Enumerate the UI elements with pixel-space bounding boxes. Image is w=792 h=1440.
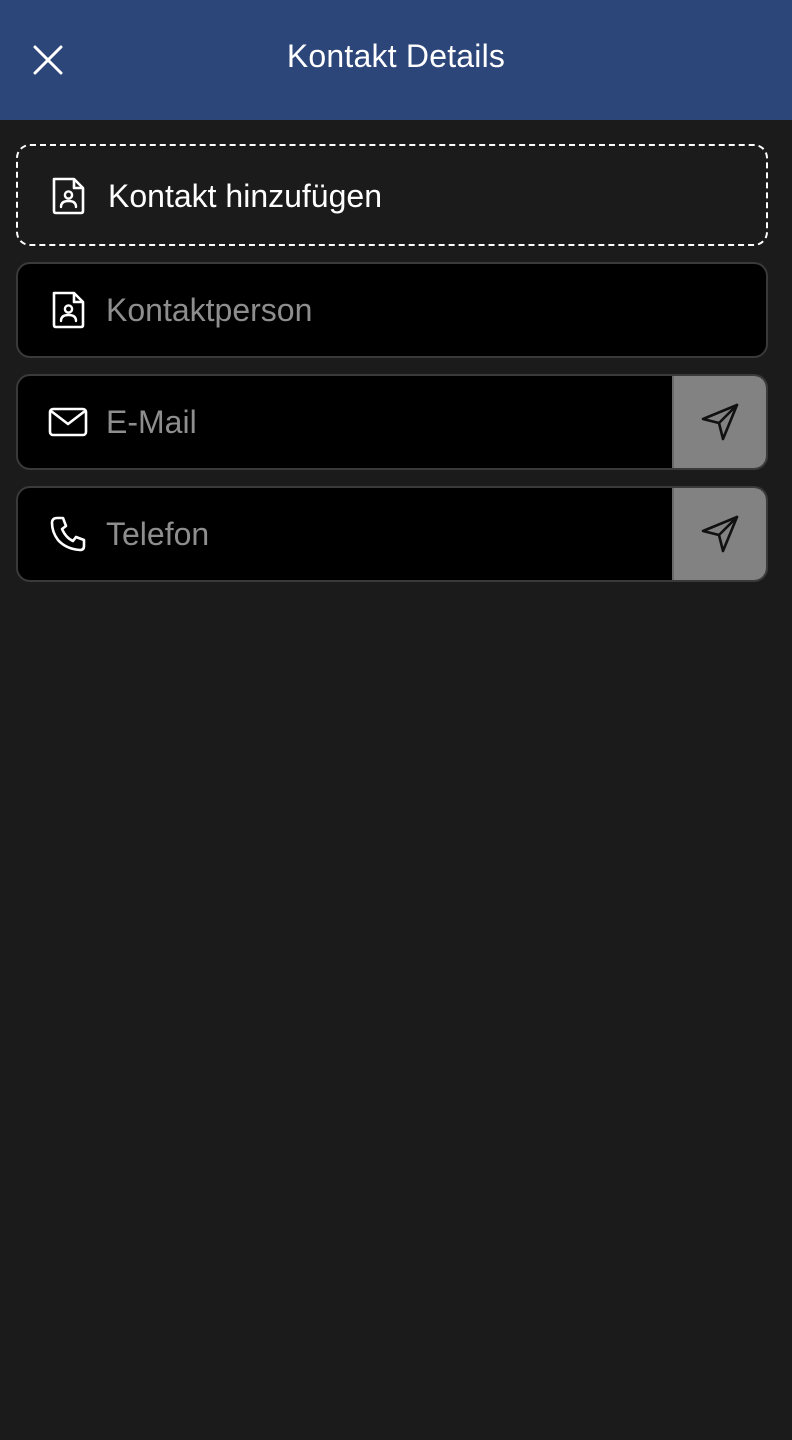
contact-person-input[interactable] bbox=[106, 264, 746, 356]
email-field bbox=[16, 374, 768, 470]
add-contact-button[interactable]: Kontakt hinzufügen bbox=[16, 144, 768, 246]
send-icon bbox=[701, 403, 739, 441]
contact-person-field bbox=[16, 262, 768, 358]
send-icon bbox=[701, 515, 739, 553]
page-title: Kontakt Details bbox=[286, 38, 506, 74]
add-contact-label: Kontakt hinzufügen bbox=[108, 178, 382, 214]
contact-card-icon bbox=[52, 291, 85, 329]
phone-input[interactable] bbox=[106, 488, 666, 580]
contact-details-screen: Kontakt Details Kontakt hinzufügen bbox=[0, 0, 792, 1440]
contact-card-icon bbox=[52, 177, 85, 215]
header-bar: Kontakt Details bbox=[0, 0, 792, 120]
phone-field bbox=[16, 486, 768, 582]
email-input[interactable] bbox=[106, 376, 666, 468]
send-phone-button[interactable] bbox=[672, 488, 766, 580]
phone-icon bbox=[50, 516, 86, 552]
mail-icon bbox=[48, 407, 88, 437]
send-email-button[interactable] bbox=[672, 376, 766, 468]
